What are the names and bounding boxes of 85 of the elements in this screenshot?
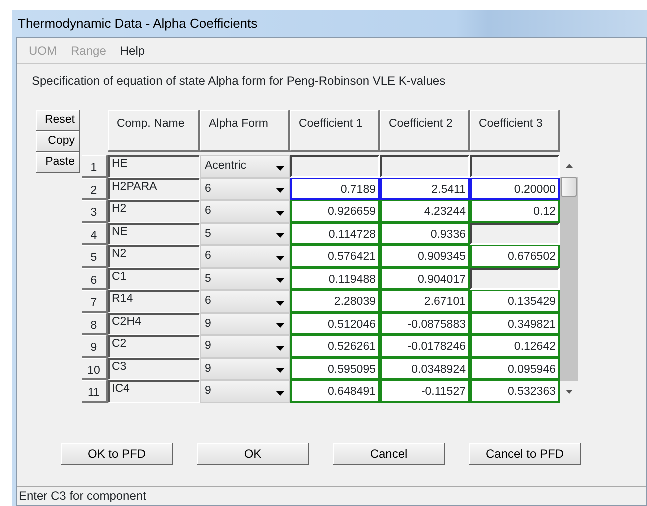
coefficient-field[interactable]: 0.532363 [470, 380, 560, 402]
coefficient-field[interactable]: 0.904017 [380, 268, 470, 290]
row-number: 3 [82, 200, 108, 222]
coefficient-field[interactable]: 0.0348924 [380, 358, 470, 380]
action-button[interactable]: Paste [36, 152, 80, 173]
alpha-form-dropdown[interactable]: 9 [200, 380, 290, 402]
coefficient-field[interactable] [290, 155, 380, 178]
coefficient-field[interactable] [380, 155, 470, 178]
caret-icon [276, 323, 285, 328]
coefficient-field[interactable]: 4.23244 [380, 200, 470, 222]
caret-icon [276, 256, 285, 260]
scroll-down-icon[interactable] [566, 390, 572, 394]
coefficient-field[interactable]: 0.349821 [470, 312, 560, 335]
coefficient-field[interactable]: 2.67101 [380, 290, 470, 312]
alpha-form-dropdown[interactable]: 9 [200, 358, 290, 380]
window-title: Thermodynamic Data - Alpha Coefficients [18, 14, 258, 33]
dialog-button[interactable]: OK to PFD [61, 442, 173, 464]
coefficient-field[interactable]: -0.0875883 [380, 312, 470, 335]
coefficient-field[interactable]: 0.909345 [380, 245, 470, 268]
coefficient-field[interactable]: 0.512046 [290, 312, 380, 335]
caret-icon [276, 278, 285, 283]
alpha-form-dropdown[interactable]: 9 [200, 312, 290, 335]
column-header: Coefficient 1 [290, 110, 380, 152]
coefficient-field[interactable]: 0.926659 [290, 200, 380, 222]
caret-icon [276, 346, 285, 350]
coefficient-field[interactable]: -0.11527 [380, 380, 470, 402]
coefficient-field[interactable]: 0.095946 [470, 358, 560, 380]
status-text: Enter C3 for component [19, 488, 146, 505]
row-number: 10 [82, 358, 108, 380]
row-number: 9 [82, 335, 108, 358]
coefficient-field[interactable]: 0.9336 [380, 222, 470, 245]
caret-icon [276, 166, 285, 170]
alpha-form-dropdown[interactable]: 6 [200, 245, 290, 268]
caret-icon [276, 390, 285, 396]
dialog-button[interactable]: OK [197, 442, 309, 464]
row-number: 2 [82, 178, 108, 200]
row-number: 7 [82, 290, 108, 312]
coefficient-field[interactable]: 0.20000 [470, 178, 560, 200]
caret-icon [276, 233, 285, 238]
caret-icon [276, 210, 285, 216]
coefficient-field[interactable]: -0.0178246 [380, 335, 470, 358]
action-button[interactable]: Copy [36, 131, 80, 152]
column-header: Comp. Name [108, 110, 200, 152]
alpha-form-dropdown[interactable]: 5 [200, 222, 290, 245]
menu-item[interactable]: Help [116, 42, 156, 60]
caret-icon [276, 368, 285, 373]
description-text: Specification of equation of state Alpha form for Peng-Robinson VLE K-values [32, 74, 446, 88]
caret-icon [276, 188, 285, 193]
alpha-form-dropdown[interactable]: 6 [200, 178, 290, 200]
alpha-form-dropdown[interactable]: 6 [200, 290, 290, 312]
alpha-form-dropdown[interactable]: 5 [200, 268, 290, 290]
caret-icon [276, 300, 285, 306]
row-number: 11 [82, 380, 108, 402]
coefficient-field[interactable]: 0.648491 [290, 380, 380, 402]
alpha-form-dropdown[interactable]: 6 [200, 200, 290, 222]
coefficient-field[interactable]: 2.5411 [380, 178, 470, 200]
coefficient-field[interactable]: 0.576421 [290, 245, 380, 268]
row-number: 8 [82, 312, 108, 335]
scroll-thumb[interactable] [561, 177, 577, 197]
row-number: 6 [82, 268, 108, 290]
dialog-button[interactable]: Cancel [333, 442, 445, 464]
coefficient-field[interactable]: 0.12 [470, 200, 560, 222]
action-button[interactable]: Reset [36, 110, 80, 131]
column-header: Alpha Form [200, 110, 290, 152]
coefficient-field[interactable]: 0.7189 [290, 178, 380, 200]
coefficient-field[interactable]: 0.114728 [290, 222, 380, 245]
coefficient-field[interactable]: 2.28039 [290, 290, 380, 312]
coefficient-field[interactable]: 0.12642 [470, 335, 560, 358]
row-number: 5 [82, 245, 108, 268]
column-header: Coefficient 2 [380, 110, 470, 152]
scroll-up-icon[interactable] [566, 164, 572, 168]
column-header: Coefficient 3 [470, 110, 560, 152]
coefficient-field[interactable]: 0.119488 [290, 268, 380, 290]
alpha-form-dropdown[interactable]: Acentric [200, 155, 290, 178]
coefficient-field[interactable]: 0.526261 [290, 335, 380, 358]
coefficient-field[interactable] [470, 222, 560, 245]
alpha-form-dropdown[interactable]: 9 [200, 335, 290, 358]
coefficient-field[interactable]: 0.135429 [470, 290, 560, 312]
coefficient-field[interactable] [470, 268, 560, 290]
dialog-button[interactable]: Cancel to PFD [469, 442, 581, 464]
row-number: 1 [82, 155, 108, 178]
coefficient-field[interactable] [470, 155, 560, 178]
coefficient-field[interactable]: 0.595095 [290, 358, 380, 380]
row-number: 4 [82, 222, 108, 245]
coefficient-field[interactable]: 0.676502 [470, 245, 560, 268]
